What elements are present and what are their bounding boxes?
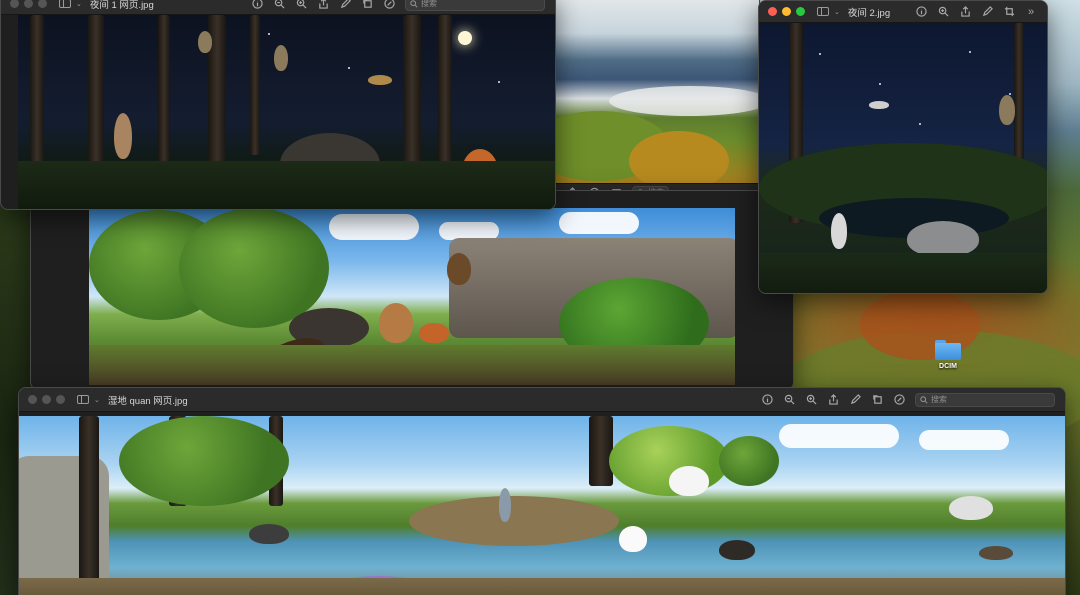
search-icon [920, 395, 928, 404]
info-icon[interactable] [251, 0, 263, 10]
zoom-in-icon[interactable] [937, 6, 949, 18]
night2-image [759, 23, 1047, 293]
chevron-down-icon[interactable]: ⌄ [94, 396, 100, 404]
woodland-image [89, 208, 735, 385]
share-icon[interactable] [317, 0, 329, 10]
close-button[interactable] [768, 7, 777, 16]
rotate-icon[interactable] [361, 0, 373, 10]
search-placeholder: 搜索 [421, 0, 437, 8]
info-icon[interactable] [761, 394, 773, 406]
window-title: 夜间 1 网页.jpg [89, 0, 154, 11]
zoom-button[interactable] [56, 395, 65, 404]
zoom-out-icon[interactable] [783, 394, 795, 406]
traffic-lights[interactable] [10, 0, 47, 8]
minimize-button[interactable] [24, 0, 33, 8]
chevron-down-icon[interactable]: ⌄ [76, 0, 82, 8]
search-field[interactable]: 搜索 [915, 392, 1055, 407]
markup-icon[interactable] [981, 6, 993, 18]
sidebar-toggle-icon[interactable] [77, 395, 89, 404]
night1-titlebar[interactable]: ⌄ 夜间 1 网页.jpg 搜索 [1, 0, 555, 15]
zoom-in-icon[interactable] [295, 0, 307, 10]
folder-label: DCIM [939, 363, 957, 370]
zoom-button[interactable] [796, 7, 805, 16]
wetland-image [19, 416, 1065, 595]
traffic-lights[interactable] [768, 7, 805, 16]
landscape-image [549, 0, 759, 183]
search-icon [410, 0, 418, 8]
woodland-window[interactable] [30, 190, 794, 390]
night2-titlebar[interactable]: ⌄ 夜间 2.jpg » [759, 1, 1047, 23]
night1-window[interactable]: ⌄ 夜间 1 网页.jpg 搜索 [0, 0, 556, 210]
more-icon[interactable]: » [1025, 6, 1037, 18]
share-icon[interactable] [827, 394, 839, 406]
chevron-down-icon[interactable]: ⌄ [834, 8, 840, 16]
folder-icon [935, 340, 961, 360]
share-icon[interactable] [959, 6, 971, 18]
sidebar-toggle-icon[interactable] [817, 7, 829, 16]
info-icon[interactable] [915, 6, 927, 18]
close-button[interactable] [10, 0, 19, 8]
close-button[interactable] [28, 395, 37, 404]
minimize-button[interactable] [42, 395, 51, 404]
wetland-titlebar[interactable]: ⌄ 湿地 quan 网页.jpg 搜索 [19, 388, 1065, 412]
landscape-window[interactable]: 搜索 [548, 0, 760, 202]
night2-window[interactable]: ⌄ 夜间 2.jpg » [758, 0, 1048, 294]
sidebar-toggle-icon[interactable] [59, 0, 71, 8]
crop-icon[interactable] [1003, 6, 1015, 18]
search-placeholder: 搜索 [931, 395, 947, 404]
wetland-window[interactable]: ⌄ 湿地 quan 网页.jpg 搜索 [18, 387, 1066, 595]
zoom-button[interactable] [38, 0, 47, 8]
zoom-out-icon[interactable] [273, 0, 285, 10]
markup-circle-icon[interactable] [383, 0, 395, 10]
traffic-lights[interactable] [28, 395, 65, 404]
zoom-in-icon[interactable] [805, 394, 817, 406]
markup-icon[interactable] [339, 0, 351, 10]
markup-circle-icon[interactable] [893, 394, 905, 406]
window-title: 夜间 2.jpg [847, 7, 891, 19]
desktop-folder[interactable]: DCIM [928, 340, 968, 370]
window-title: 湿地 quan 网页.jpg [107, 395, 188, 407]
rotate-icon[interactable] [871, 394, 883, 406]
night1-image [18, 15, 555, 209]
minimize-button[interactable] [782, 7, 791, 16]
markup-icon[interactable] [849, 394, 861, 406]
search-field[interactable]: 搜索 [405, 0, 545, 11]
